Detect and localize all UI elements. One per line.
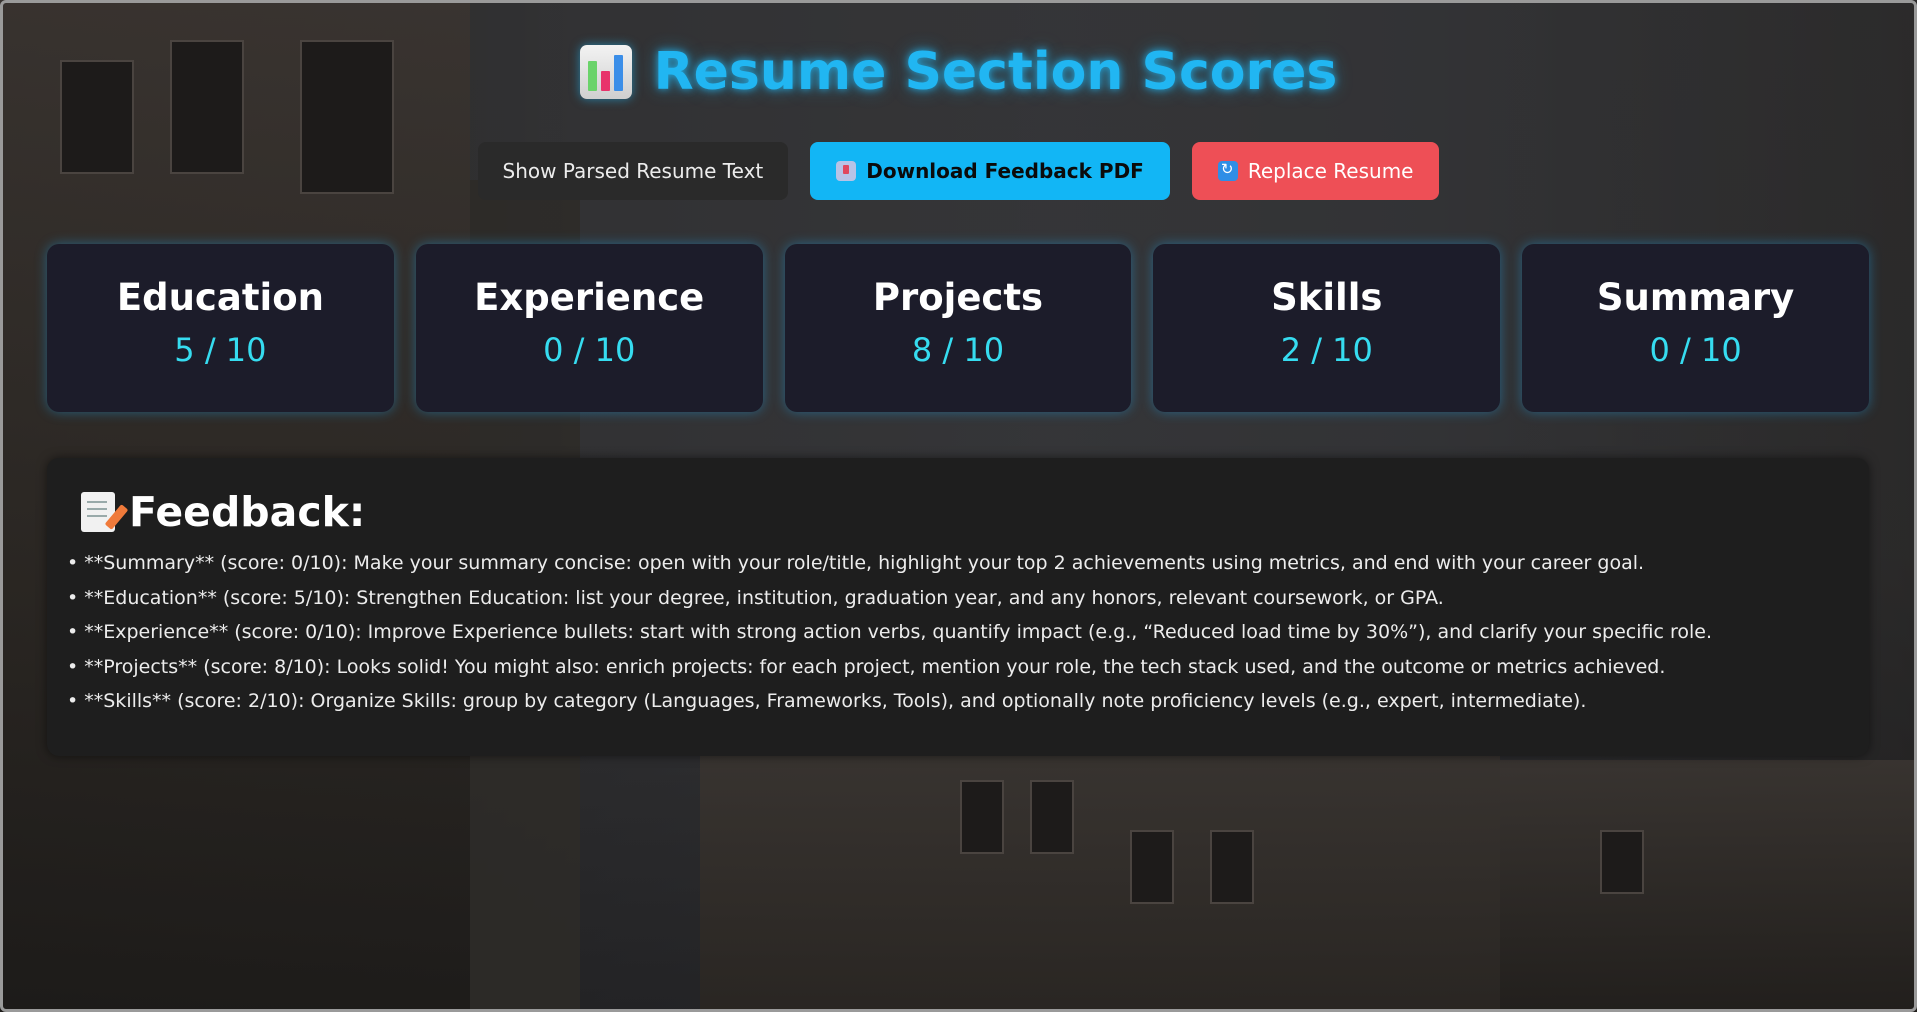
memo-icon	[81, 492, 115, 532]
score-section-name: Projects	[872, 276, 1044, 319]
background-window	[1130, 830, 1174, 904]
show-parsed-text-button[interactable]: Show Parsed Resume Text	[477, 142, 789, 200]
feedback-item: **Projects** (score: 8/10): Looks solid!…	[67, 650, 1835, 685]
score-card-education: Education 5 / 10	[47, 244, 394, 412]
feedback-item: **Skills** (score: 2/10): Organize Skill…	[67, 684, 1835, 719]
background-building	[1500, 760, 1917, 1012]
refresh-icon	[1217, 160, 1238, 181]
page-title: Resume Section Scores	[0, 42, 1917, 102]
background-building	[700, 720, 1500, 1012]
score-value: 0 / 10	[1649, 330, 1742, 369]
background-window	[1030, 780, 1074, 854]
score-card-projects: Projects 8 / 10	[784, 244, 1132, 412]
feedback-list: **Summary** (score: 0/10): Make your sum…	[67, 546, 1835, 719]
feedback-title: Feedback:	[129, 488, 366, 536]
bar-chart-icon	[579, 45, 632, 99]
score-cards: Education 5 / 10 Experience 0 / 10 Proje…	[47, 244, 1869, 412]
score-value: 5 / 10	[174, 330, 267, 369]
action-bar: Show Parsed Resume Text Download Feedbac…	[0, 142, 1917, 200]
score-section-name: Experience	[474, 276, 705, 319]
page-title-text: Resume Section Scores	[653, 42, 1338, 102]
feedback-header: Feedback:	[81, 488, 1835, 536]
score-value: 0 / 10	[543, 330, 636, 369]
score-section-name: Education	[116, 276, 324, 319]
score-section-name: Summary	[1596, 276, 1795, 319]
background-window	[1600, 830, 1644, 894]
show-parsed-text-label: Show Parsed Resume Text	[502, 159, 764, 183]
feedback-item: **Summary** (score: 0/10): Make your sum…	[67, 546, 1835, 581]
feedback-panel: Feedback: **Summary** (score: 0/10): Mak…	[47, 458, 1869, 756]
score-card-skills: Skills 2 / 10	[1153, 244, 1501, 412]
score-section-name: Skills	[1271, 276, 1383, 319]
background-window	[960, 780, 1004, 854]
feedback-item: **Education** (score: 5/10): Strengthen …	[67, 581, 1835, 616]
inbox-tray-icon	[836, 161, 857, 181]
download-feedback-pdf-button[interactable]: Download Feedback PDF	[810, 142, 1170, 200]
replace-resume-button[interactable]: Replace Resume	[1191, 142, 1440, 200]
score-value: 8 / 10	[911, 330, 1005, 369]
score-value: 2 / 10	[1280, 330, 1373, 369]
score-card-summary: Summary 0 / 10	[1522, 244, 1869, 412]
feedback-item: **Experience** (score: 0/10): Improve Ex…	[67, 615, 1835, 650]
download-feedback-label: Download Feedback PDF	[866, 159, 1144, 183]
background-window	[1210, 830, 1254, 904]
score-card-experience: Experience 0 / 10	[415, 244, 763, 412]
replace-resume-label: Replace Resume	[1247, 159, 1414, 183]
